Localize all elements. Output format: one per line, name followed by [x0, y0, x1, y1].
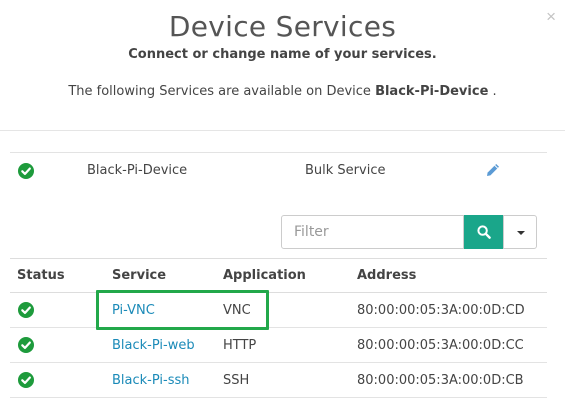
check-circle-icon [18, 337, 34, 353]
table-header: Status Service Application Address [10, 258, 547, 293]
address-cell: 80:00:00:05:3A:00:0D:CC [357, 338, 524, 353]
dialog-subtitle: Connect or change name of your services. [128, 47, 437, 62]
availability-suffix: . [488, 84, 497, 99]
header-service: Service [112, 268, 167, 283]
application-cell: HTTP [223, 338, 257, 353]
pencil-icon[interactable] [484, 161, 502, 184]
header-address: Address [357, 268, 417, 283]
address-cell: 80:00:00:05:3A:00:0D:CD [357, 303, 525, 318]
header-application: Application [223, 268, 306, 283]
availability-prefix: The following Services are available on … [68, 84, 371, 99]
dialog-title: Device Services [168, 10, 397, 43]
check-circle-icon [18, 302, 34, 318]
table-row: Pi-VNC VNC 80:00:00:05:3A:00:0D:CD [10, 293, 547, 328]
search-button[interactable] [464, 215, 503, 249]
header-status: Status [17, 268, 65, 283]
service-link[interactable]: Black-Pi-web [112, 338, 195, 353]
table-row: Black-Pi-ssh SSH 80:00:00:05:3A:00:0D:CB [10, 363, 547, 398]
availability-device-name: Black-Pi-Device [375, 84, 489, 99]
filter-dropdown-button[interactable] [503, 215, 537, 249]
search-icon [477, 225, 491, 239]
device-name: Black-Pi-Device [87, 163, 188, 178]
check-circle-icon [18, 163, 34, 179]
service-link[interactable]: Black-Pi-ssh [112, 373, 190, 388]
caret-down-icon [517, 231, 525, 235]
application-cell: VNC [223, 303, 251, 318]
device-service-type: Bulk Service [305, 163, 386, 178]
table-row: Black-Pi-web HTTP 80:00:00:05:3A:00:0D:C… [10, 328, 547, 363]
services-table: Status Service Application Address Pi-VN… [10, 258, 547, 398]
filter-input[interactable] [281, 215, 464, 249]
dialog-header: × Device Services Connect or change name… [0, 0, 565, 131]
service-link[interactable]: Pi-VNC [112, 303, 155, 318]
check-circle-icon [18, 372, 34, 388]
application-cell: SSH [223, 373, 250, 388]
availability-text: The following Services are available on … [0, 84, 565, 99]
address-cell: 80:00:00:05:3A:00:0D:CB [357, 373, 524, 388]
device-row: Black-Pi-Device Bulk Service [10, 152, 547, 190]
device-services-dialog: × Device Services Connect or change name… [0, 0, 565, 409]
